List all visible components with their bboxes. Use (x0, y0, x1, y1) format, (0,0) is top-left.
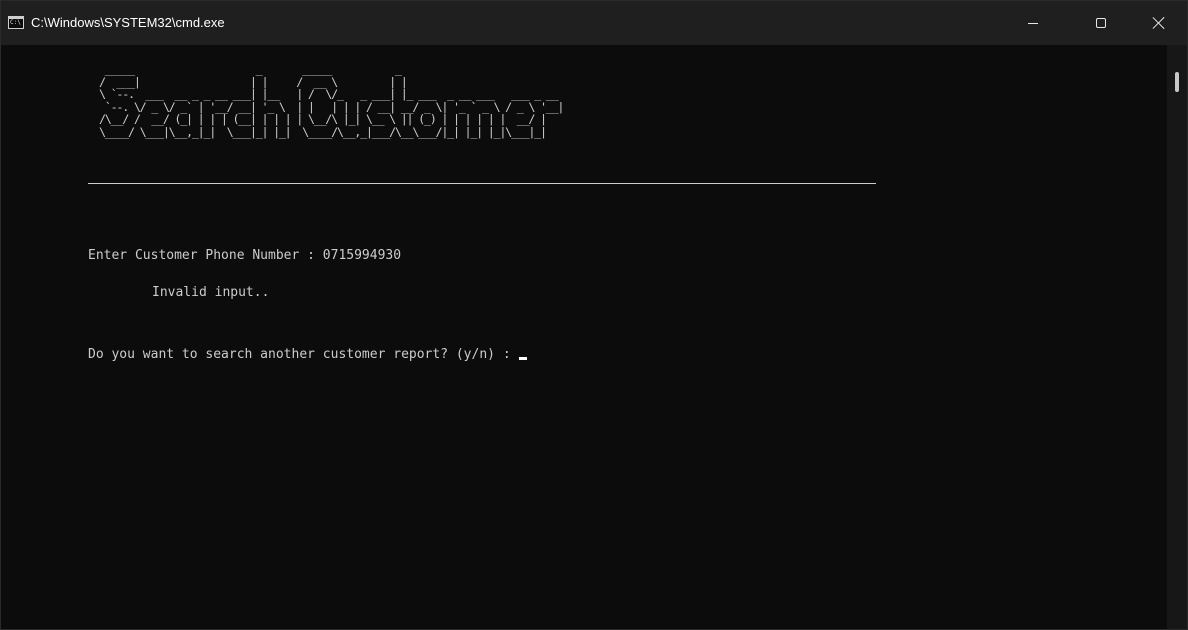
console-output[interactable]: _____ _ _____ _ / ___| | | / __ \ | | \ … (1, 45, 1167, 629)
search-again-prompt-line: Do you want to search another customer r… (88, 347, 527, 363)
scrollbar-thumb[interactable] (1175, 72, 1179, 92)
maximize-icon (1096, 18, 1106, 28)
ascii-banner: _____ _ _____ _ / ___| | | / __ \ | | \ … (99, 62, 564, 139)
phone-prompt-line: Enter Customer Phone Number : 0715994930 (88, 248, 402, 263)
minimize-icon (1028, 22, 1038, 24)
cmd-window: C:\ C:\Windows\SYSTEM32\cmd.exe _____ _ … (0, 0, 1188, 630)
window-title: C:\Windows\SYSTEM32\cmd.exe (31, 15, 225, 30)
vertical-scrollbar[interactable] (1167, 45, 1187, 629)
banner-underline (88, 183, 876, 184)
search-again-prompt: Do you want to search another customer r… (88, 347, 511, 362)
close-icon (1152, 16, 1166, 30)
cmd-icon[interactable]: C:\ (8, 16, 24, 29)
title-bar[interactable]: C:\ C:\Windows\SYSTEM32\cmd.exe (1, 1, 1187, 45)
close-button[interactable] (1136, 1, 1182, 45)
invalid-input-message: Invalid input.. (152, 285, 270, 300)
text-cursor[interactable] (518, 357, 527, 360)
minimize-button[interactable] (1010, 1, 1056, 45)
maximize-button[interactable] (1078, 1, 1124, 45)
